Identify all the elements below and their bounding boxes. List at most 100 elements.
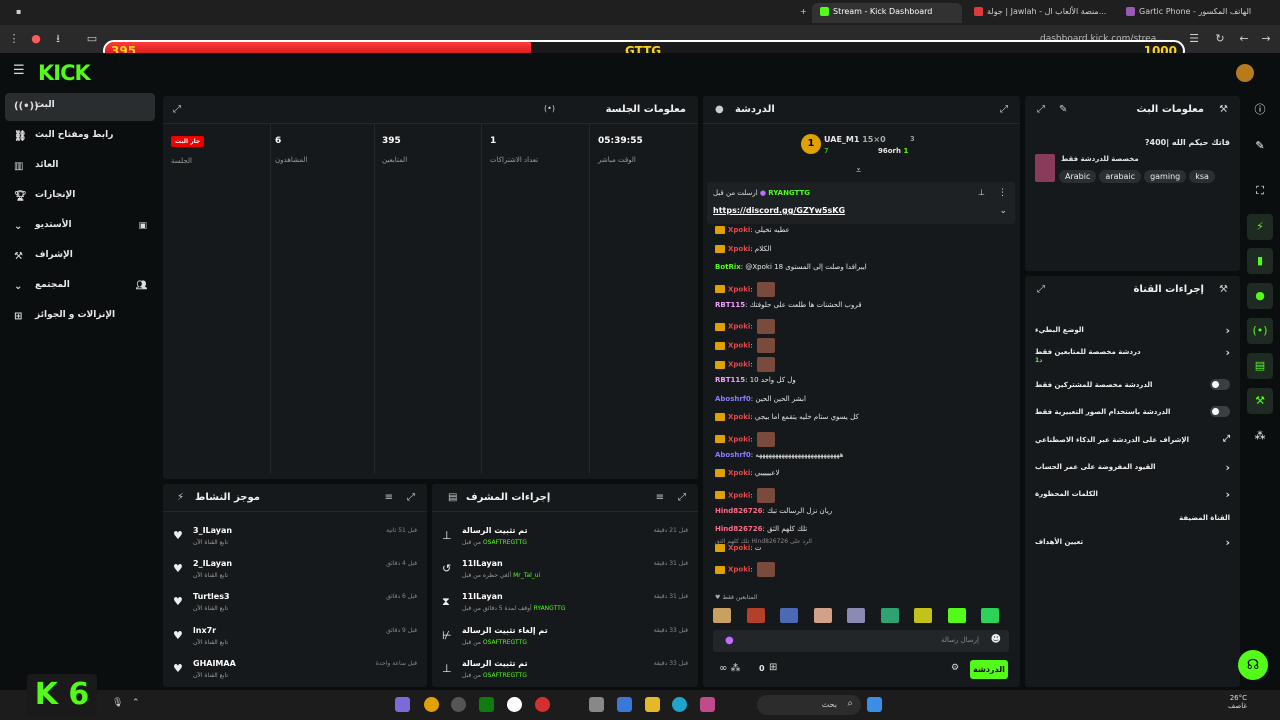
browser-tab-2[interactable]: جولة | Jawlah - منصة الألعاب ال...	[966, 3, 1114, 23]
sidebar-item-stream[interactable]: ((•)) البث	[5, 93, 155, 121]
sidebar-item-studio[interactable]: ⌄ الأستديو ▣	[5, 213, 155, 241]
sidebar-item-achievements[interactable]: 🏆︎ الإنجازات	[5, 183, 155, 211]
stream-category[interactable]: مخصصة للدردشة فقط	[1061, 155, 1139, 163]
window-menu-icon[interactable]: ▪	[8, 3, 28, 23]
gift-icon[interactable]: ⊞	[769, 662, 777, 673]
top-user-1[interactable]: UAE_M1 15×0	[824, 135, 886, 144]
mod-action-actor[interactable]: OSAFTREGTTG	[483, 672, 527, 679]
mail-icon[interactable]	[617, 697, 632, 712]
mod-action-name[interactable]: 11ILayan	[462, 559, 503, 568]
activity-user[interactable]: 3_ILayan	[193, 526, 232, 535]
chevron-up-icon[interactable]: ⌃	[132, 698, 140, 708]
gear-icon[interactable]: ⚙	[951, 663, 959, 673]
users-icon[interactable]: ⁂	[1247, 423, 1273, 449]
emote-icon[interactable]	[880, 608, 899, 623]
sidebar-item-revenue[interactable]: ▥ العائد	[5, 153, 155, 181]
bolt-icon[interactable]: ⚡︎	[1247, 214, 1273, 240]
xbox-icon[interactable]	[479, 697, 494, 712]
forward-icon[interactable]: →	[1258, 31, 1274, 47]
list-icon[interactable]: ▤	[1247, 353, 1273, 379]
emote-icon[interactable]	[780, 608, 798, 623]
crop-icon[interactable]: ⛶	[1247, 178, 1273, 204]
chat-username[interactable]: Xpoki	[728, 245, 750, 253]
tag[interactable]: ksa	[1189, 170, 1215, 183]
chat-username[interactable]: Xpoki	[728, 226, 750, 234]
chat-username[interactable]: Xpoki	[728, 361, 750, 369]
download-icon[interactable]: ⭳	[50, 31, 66, 47]
mod-action-actor[interactable]: Mr_Tal_ui	[513, 572, 540, 579]
chat-input-box[interactable]: ● إرسال رسالة ☻	[713, 630, 1009, 652]
tag[interactable]: arabaic	[1099, 170, 1142, 183]
edge-icon[interactable]	[672, 697, 687, 712]
settings-icon[interactable]: ∞ ⁂	[719, 663, 741, 674]
activity-user[interactable]: Turtles3	[193, 592, 230, 601]
reload-icon[interactable]: ↻	[1212, 31, 1228, 47]
pencil-icon[interactable]: ✎	[1247, 133, 1273, 159]
chat-username[interactable]: Xpoki	[728, 285, 750, 293]
emote-icon[interactable]	[847, 608, 865, 623]
filter-icon[interactable]: ≡	[385, 492, 393, 503]
app-icon[interactable]	[395, 697, 410, 712]
taskbar-search[interactable]: بحث ⌕	[757, 695, 861, 715]
expand-icon[interactable]: ⤢	[1000, 104, 1008, 115]
chat-username[interactable]: RBT115	[715, 301, 745, 309]
mic-icon[interactable]: ●	[725, 635, 734, 646]
mod-action-actor[interactable]: OSAFTREGTTG	[483, 639, 527, 646]
more-icon[interactable]: ⋮	[998, 188, 1007, 198]
info-icon[interactable]: ⓘ	[1247, 97, 1273, 123]
emotes-only-toggle[interactable]	[1210, 406, 1230, 417]
action-set-goals[interactable]: تعيين الأهداف ›	[1035, 536, 1230, 549]
top-user-2[interactable]: 96orh 1	[878, 147, 908, 155]
chat-username[interactable]: Xpoki	[728, 469, 750, 477]
kick-logo[interactable]: KICK	[38, 61, 91, 85]
folder-icon[interactable]	[645, 697, 660, 712]
expand-icon[interactable]: ⤢	[1037, 104, 1045, 115]
emote-icon[interactable]	[713, 608, 731, 623]
sidebar-item-drops[interactable]: ⊞ الإنزالات و الجوائز	[5, 303, 155, 331]
action-ai-moderation[interactable]: الإشراف على الدردشة عبر الذكاء الاصطناعي…	[1035, 434, 1230, 444]
action-subscribers-only[interactable]: الدردشة مخصصة للمشتركين فقط	[1035, 379, 1230, 390]
obs-icon[interactable]	[451, 697, 466, 712]
emoji-icon[interactable]: ☻	[991, 634, 1001, 645]
action-account-age[interactable]: القيود المفروضة على عمر الحساب ›	[1035, 461, 1230, 474]
chat-username[interactable]: Xpoki	[728, 491, 750, 499]
action-followers-only[interactable]: دردشة مخصصة للمتابعين فقط 1د ›	[1035, 346, 1230, 364]
browser-tab-1[interactable]: Stream - Kick Dashboard	[812, 3, 962, 23]
hamburger-menu-icon[interactable]: ☰	[13, 64, 25, 77]
expand-icon[interactable]: ⤢	[407, 492, 415, 503]
document-icon[interactable]: ▮	[1247, 248, 1273, 274]
edit-icon[interactable]: ✎	[1059, 104, 1067, 115]
chevron-down-icon[interactable]: ⌄	[999, 206, 1007, 216]
action-slow-mode[interactable]: الوضع البطيء ›	[1035, 324, 1230, 337]
chat-username[interactable]: BotRix	[715, 263, 741, 271]
activity-user[interactable]: GHAIMAA	[193, 659, 236, 668]
back-icon[interactable]: ←	[1236, 31, 1252, 47]
pinned-link[interactable]: https://discord.gg/GZYw5sKG	[713, 206, 845, 215]
activity-user[interactable]: 2_ILayan	[193, 559, 232, 568]
extension-icon[interactable]: ▭	[84, 31, 100, 47]
chat-icon[interactable]: ●	[1247, 283, 1273, 309]
subs-only-toggle[interactable]	[1210, 379, 1230, 390]
emote-icon[interactable]	[813, 608, 832, 623]
expand-icon[interactable]: ⤢	[173, 104, 181, 115]
action-emotes-only[interactable]: الدردشة باستخدام الصور التعبيرية فقط	[1035, 406, 1230, 417]
expand-icon[interactable]: ⤢	[1037, 284, 1045, 295]
activity-user[interactable]: lnx7r	[193, 626, 216, 635]
browser-tab-3[interactable]: Gartic Phone - الهاتف المكسور	[1118, 3, 1258, 23]
chat-username[interactable]: Hind826726	[715, 525, 762, 533]
chat-username[interactable]: Xpoki	[728, 566, 750, 574]
start-icon[interactable]	[867, 697, 882, 712]
chat-username[interactable]: Hind826726	[715, 507, 762, 515]
sidebar-item-community[interactable]: ⌄ المجتمع 👥︎	[5, 273, 155, 301]
pinned-user[interactable]: RYANGTTG	[768, 189, 810, 197]
mic-icon[interactable]: 🎙︎	[112, 698, 123, 708]
user-avatar[interactable]	[1236, 64, 1254, 82]
mod-action-actor[interactable]: RYANGTTG	[534, 605, 566, 612]
action-banned-words[interactable]: الكلمات المحظورة ›	[1035, 488, 1230, 501]
chat-username[interactable]: Aboshrf0	[715, 395, 751, 403]
wrench-icon[interactable]: ⚒	[1247, 388, 1273, 414]
app-icon[interactable]	[507, 697, 522, 712]
app-icon[interactable]	[589, 697, 604, 712]
profile-icon[interactable]: ●	[28, 31, 44, 47]
app-icon[interactable]	[700, 697, 715, 712]
